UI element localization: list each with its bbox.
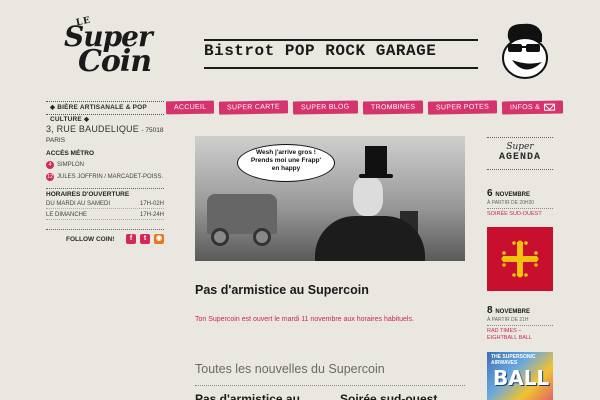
nav-accueil[interactable]: Accueil <box>165 100 215 115</box>
bubble-line: Prends moi une Frapp' <box>250 157 322 164</box>
mail-icon <box>544 103 556 111</box>
news-item-title[interactable]: Soirée sud-ouest <box>340 392 465 400</box>
bubble-line: en happy <box>271 165 301 172</box>
man-face <box>353 176 383 216</box>
tagline-ribbon: ◆ Bière artisanale & pop culture ◆ <box>46 101 164 123</box>
hours-time: 17H-24H <box>139 212 164 218</box>
social-follow: Follow coin! f t ◉ <box>46 229 164 244</box>
address-street: 3, RUE BAUDELIQUE <box>46 124 139 134</box>
metro-line: 4 Simplon <box>46 161 164 169</box>
event-time: à partir de 20h30 <box>487 200 553 209</box>
hours-days: Du mardi au samedi <box>46 201 111 207</box>
nav-super-blog[interactable]: Super blog <box>293 100 359 115</box>
nav-trombines[interactable]: Trombines <box>362 100 424 115</box>
logo-coin: Coin <box>78 44 152 79</box>
car-wheel <box>253 228 271 246</box>
poster-big-text: BALL <box>493 366 550 390</box>
news-item-title[interactable]: Pas d'armistice au <box>195 392 325 400</box>
opening-hours: Horaires d'ouverture Du mardi au samedi … <box>46 188 164 220</box>
twitter-icon[interactable]: t <box>140 234 150 244</box>
agenda-header: Super AGENDA <box>487 137 553 170</box>
event-day: 8 <box>487 305 493 316</box>
featured-photo[interactable]: Wesh j'arrive gros ! Prends moi une Frap… <box>195 136 465 261</box>
occitan-flag-image[interactable] <box>487 227 553 291</box>
facebook-icon[interactable]: f <box>126 234 136 244</box>
site-logo[interactable]: LE Super Coin <box>58 8 153 82</box>
nav-super-carte[interactable]: Super carte <box>219 100 289 115</box>
news-section-title: Toutes les nouvelles du Supercoin <box>195 362 385 376</box>
metro-line-badge: 4 <box>46 161 54 169</box>
event-month: Novembre <box>495 192 531 198</box>
man-coat <box>315 216 425 261</box>
event-date: 6 Novembre <box>487 188 553 199</box>
hours-days: Le dimanche <box>46 212 88 218</box>
article-text: Ton Supercoin est ouvert le mardi 11 nov… <box>195 316 414 323</box>
metro-info: Accès métro 4 Simplon 12 Jules Joffrin /… <box>46 150 164 181</box>
article-title[interactable]: Pas d'armistice au Supercoin <box>195 283 465 297</box>
main-nav: Accueil Super carte Super blog Trombines… <box>165 100 564 117</box>
car-wheel <box>211 228 229 246</box>
speech-bubble: Wesh j'arrive gros ! Prends moi une Frap… <box>237 144 335 182</box>
address: 3, RUE BAUDELIQUE - 75018 PARIS <box>46 124 164 144</box>
event-name[interactable]: Rad Times – Eightball Ball <box>487 328 553 342</box>
metro-title: Accès métro <box>46 150 95 157</box>
event-month: Novembre <box>495 309 531 315</box>
follow-label: Follow coin! <box>66 235 115 243</box>
rss-icon[interactable]: ◉ <box>154 234 164 244</box>
metro-station: Jules Joffrin / Marcadet-Poiss. <box>57 174 164 180</box>
site-tagline: Bistrot POP ROCK GARAGE <box>204 39 478 69</box>
divider <box>195 385 465 386</box>
nav-super-potes[interactable]: Super potes <box>428 100 498 115</box>
event-date: 8 Novembre <box>487 305 553 316</box>
metro-line: 12 Jules Joffrin / Marcadet-Poiss. <box>46 173 164 181</box>
metro-line-badge: 12 <box>46 173 54 181</box>
hours-row: Du mardi au samedi 17H-02H <box>46 201 164 209</box>
agenda-event[interactable]: 8 Novembre à partir de 21h Rad Times – E… <box>487 305 553 342</box>
agenda-super: Super <box>506 142 534 152</box>
bubble-line: Wesh j'arrive gros ! <box>256 149 316 156</box>
poster-top-text: The Supersonic Airwaves <box>491 354 536 366</box>
event-name[interactable]: Soirée Sud-Ouest <box>487 211 553 218</box>
nav-infos-label: Infos & <box>510 103 541 112</box>
hours-row: Le dimanche 17H-24H <box>46 212 164 220</box>
agenda-event[interactable]: 6 Novembre à partir de 20h30 Soirée Sud-… <box>487 188 553 218</box>
hours-title: Horaires d'ouverture <box>46 191 130 198</box>
event-time: à partir de 21h <box>487 317 553 326</box>
agenda-title: AGENDA <box>498 152 541 163</box>
nav-infos[interactable]: Infos & <box>502 100 564 115</box>
occitan-cross-icon <box>501 240 539 278</box>
metro-station: Simplon <box>57 162 85 168</box>
event-poster-image[interactable]: The Supersonic Airwaves BALL <box>487 352 553 400</box>
hours-time: 17H-02H <box>139 201 164 207</box>
top-hat <box>359 146 393 178</box>
event-day: 6 <box>487 188 493 199</box>
duck-mascot-icon <box>498 20 552 82</box>
